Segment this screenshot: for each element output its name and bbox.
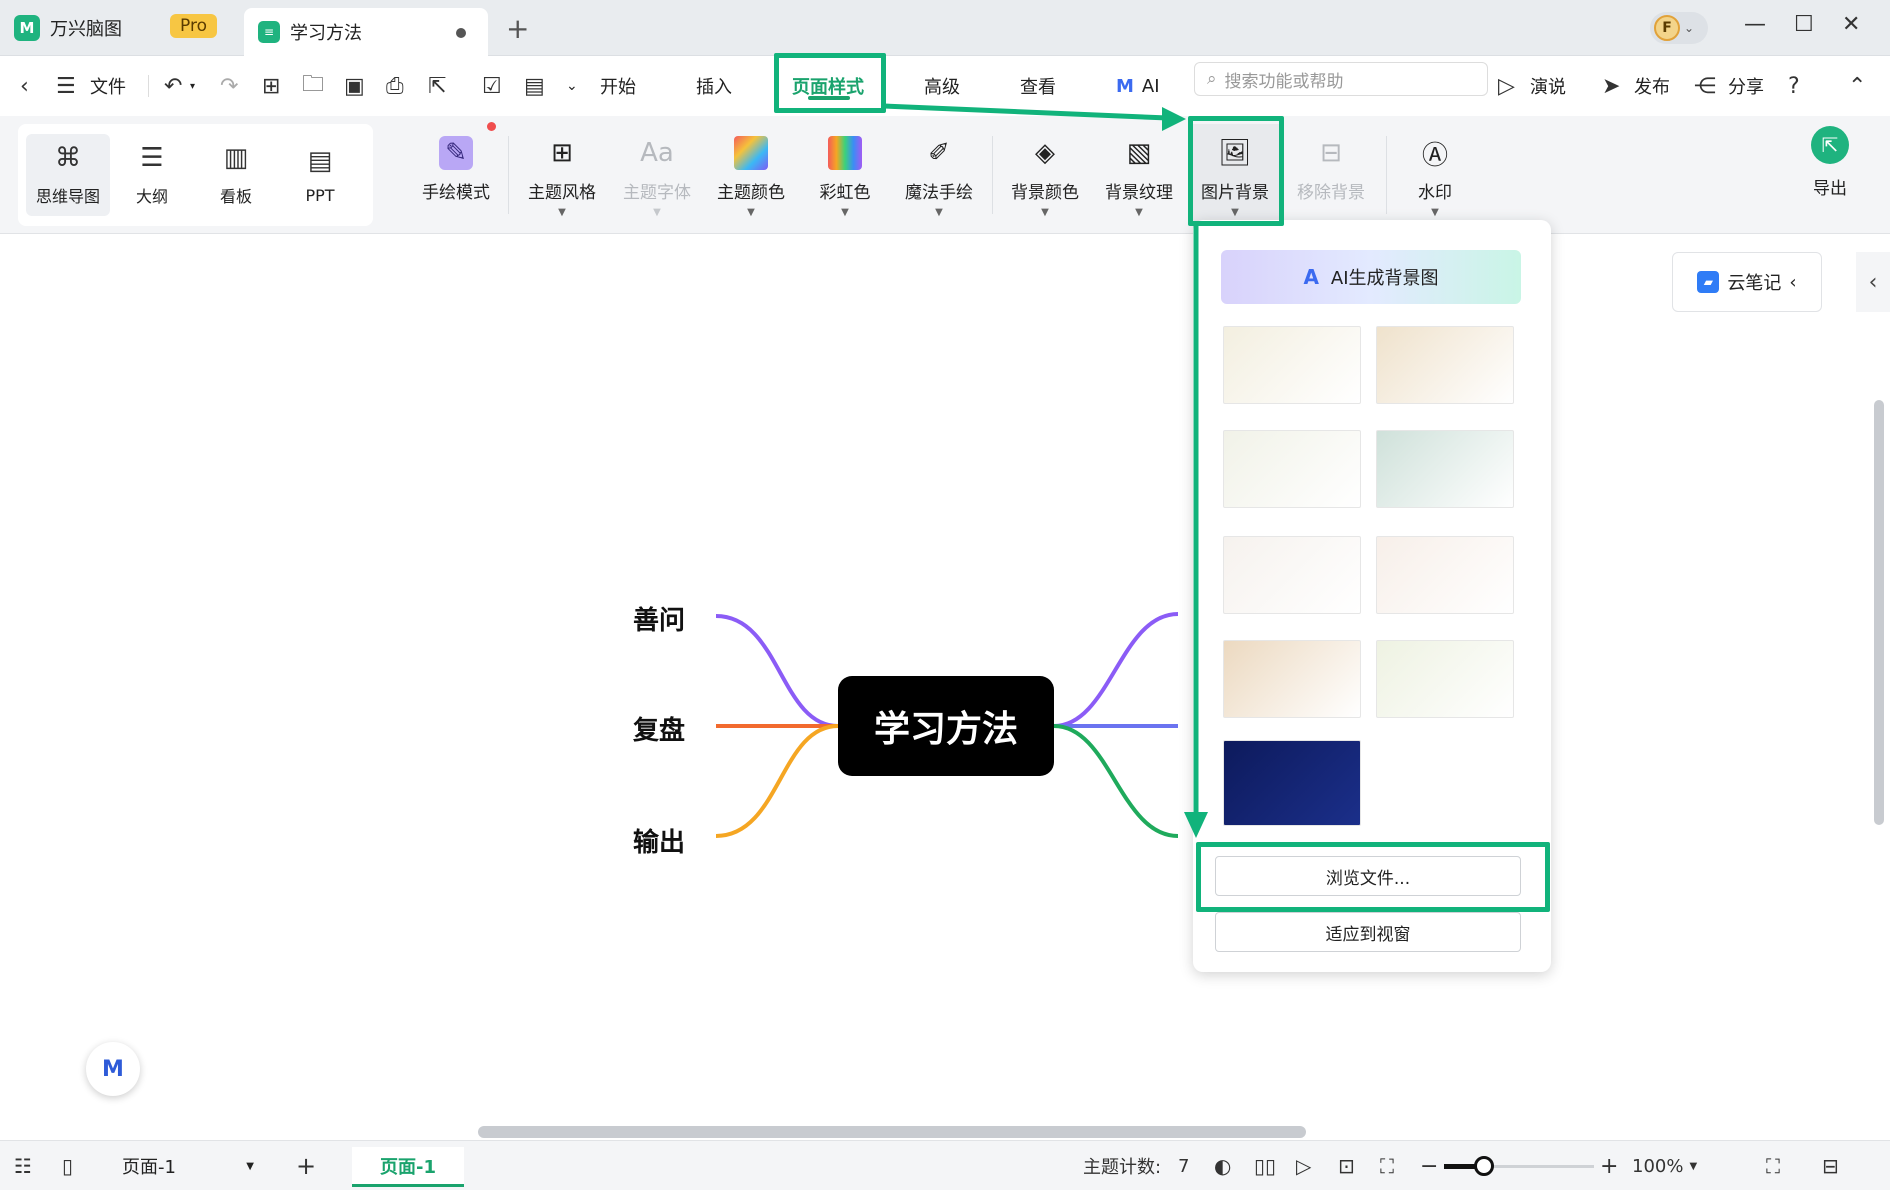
- connector-right-1: [1053, 612, 1179, 728]
- ai-button-label: AI生成背景图: [1330, 268, 1439, 289]
- zoom-in-icon[interactable]: +: [1600, 1141, 1618, 1190]
- page-select-label: 页面-1: [122, 1157, 176, 1178]
- chevron-down-icon: ▼: [1689, 1160, 1698, 1172]
- connector-right-3: [1053, 724, 1179, 838]
- horizontal-scrollbar[interactable]: [478, 1126, 1306, 1138]
- annotation-highlight-browse-file: [1196, 842, 1550, 912]
- cloud-note-button[interactable]: ▰ 云笔记 ‹: [1672, 252, 1822, 312]
- background-thumbnail-1[interactable]: [1223, 326, 1361, 404]
- ai-logo-icon: A: [1303, 265, 1319, 289]
- ai-assistant-fab-icon[interactable]: M: [86, 1042, 140, 1096]
- cloud-note-label: 云笔记: [1727, 273, 1782, 294]
- zoom-level-dropdown[interactable]: 100% ▼: [1632, 1141, 1697, 1190]
- connector-shuchu: [715, 724, 839, 838]
- background-thumbnail-2[interactable]: [1376, 326, 1514, 404]
- fit-to-window-button[interactable]: 适应到视窗: [1215, 912, 1521, 952]
- sidebar-toggle-icon[interactable]: ‹: [1856, 252, 1890, 312]
- annotation-highlight-page-style: [774, 53, 886, 113]
- page-select-dropdown[interactable]: 页面-1 ▼: [112, 1149, 264, 1183]
- fullscreen-icon[interactable]: ⛶: [1766, 1141, 1780, 1190]
- theme-toggle-icon[interactable]: ◐: [1214, 1141, 1231, 1190]
- chevron-down-icon: ▼: [246, 1160, 254, 1172]
- fit-page-icon[interactable]: ⊡: [1338, 1141, 1355, 1190]
- connector-shanwen: [715, 614, 839, 728]
- cloud-note-icon: ▰: [1697, 271, 1720, 293]
- background-thumbnail-8[interactable]: [1376, 640, 1514, 718]
- topic-shuchu[interactable]: 输出: [633, 822, 685, 859]
- chevron-left-icon: ‹: [1789, 271, 1797, 293]
- ai-generate-background-button[interactable]: A AI生成背景图: [1221, 250, 1521, 304]
- app-window: M 万兴脑图 Pro ≡ 学习方法 + F ⌄ — ☐ ✕ ‹ ☰ 文件 ↶ ▾…: [0, 0, 1890, 1190]
- page-panel-icon[interactable]: ▯: [62, 1141, 73, 1190]
- background-thumbnail-7[interactable]: [1223, 640, 1361, 718]
- topic-count-value: 7: [1178, 1155, 1190, 1177]
- topic-fupan[interactable]: 复盘: [633, 710, 685, 747]
- slideshow-play-icon[interactable]: ▷: [1296, 1141, 1311, 1190]
- background-thumbnail-9[interactable]: [1223, 740, 1361, 826]
- outline-toggle-icon[interactable]: ☷: [14, 1141, 32, 1190]
- panel-collapse-icon[interactable]: ⊟: [1822, 1141, 1839, 1190]
- central-topic[interactable]: 学习方法: [838, 676, 1054, 776]
- background-thumbnail-5[interactable]: [1223, 536, 1361, 614]
- zoom-out-icon[interactable]: −: [1420, 1141, 1438, 1190]
- add-page-icon[interactable]: +: [296, 1141, 316, 1190]
- fit-screen-icon[interactable]: ⛶: [1380, 1141, 1394, 1190]
- background-thumbnail-6[interactable]: [1376, 536, 1514, 614]
- zoom-slider-handle[interactable]: [1474, 1156, 1494, 1176]
- vertical-scrollbar[interactable]: [1874, 400, 1884, 825]
- book-view-icon[interactable]: ▯▯: [1254, 1141, 1276, 1190]
- topic-count-label: 主题计数:: [1083, 1157, 1162, 1178]
- status-bar: ☷ ▯ 页面-1 ▼ + 页面-1 主题计数: 7 ◐ ▯▯ ▷ ⊡ ⛶ − +…: [0, 1140, 1890, 1190]
- mindmap-connectors: [715, 612, 1179, 838]
- annotation-highlight-image-background: [1188, 116, 1284, 226]
- topic-shanwen[interactable]: 善问: [633, 600, 685, 637]
- background-thumbnail-4[interactable]: [1376, 430, 1514, 508]
- page-tab[interactable]: 页面-1: [352, 1147, 464, 1187]
- background-thumbnail-3[interactable]: [1223, 430, 1361, 508]
- zoom-level-label: 100%: [1632, 1155, 1684, 1177]
